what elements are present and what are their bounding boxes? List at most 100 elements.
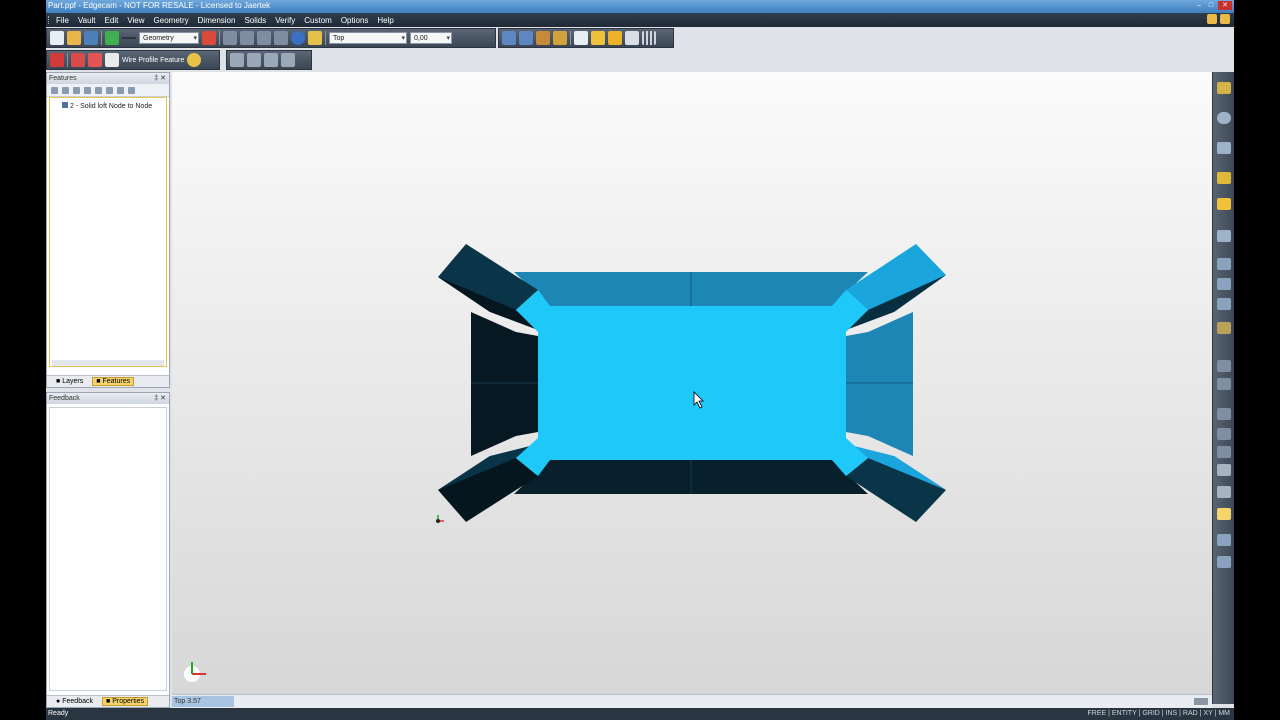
- grid-icon[interactable]: [642, 31, 656, 45]
- edgecam-window: Part.ppf - Edgecam - NOT FOR RESALE - Li…: [46, 0, 1234, 720]
- geometry-combo[interactable]: Geometry: [139, 32, 199, 45]
- menu-vault[interactable]: Vault: [78, 16, 96, 25]
- folder-icon[interactable]: [608, 31, 622, 45]
- menu-verify[interactable]: Verify: [275, 16, 295, 25]
- status-text: Ready: [48, 710, 69, 717]
- menu-custom[interactable]: Custom: [304, 16, 332, 25]
- minimize-icon[interactable]: –: [1194, 1, 1204, 10]
- tool-icon[interactable]: [73, 86, 80, 94]
- 2d-icon[interactable]: [1217, 408, 1231, 420]
- eraser-white-icon[interactable]: [105, 53, 119, 67]
- scissors-icon[interactable]: [274, 31, 288, 45]
- solid-shell-icon[interactable]: [281, 53, 295, 67]
- tool-pen-icon[interactable]: [1217, 486, 1231, 498]
- status-modes[interactable]: FREE | ENTITY | GRID | INS | RAD | XY | …: [1087, 708, 1230, 720]
- value-combo[interactable]: 0,00: [410, 32, 452, 45]
- eraser-red-icon[interactable]: [71, 53, 85, 67]
- xyz-icon[interactable]: [1217, 360, 1231, 372]
- menu-help[interactable]: Help: [377, 16, 393, 25]
- face-right-strip: [846, 312, 913, 456]
- edit-icon[interactable]: [1207, 14, 1217, 24]
- rectangle-icon[interactable]: [1217, 142, 1231, 154]
- zoom-window-icon[interactable]: [519, 31, 533, 45]
- menu-edit[interactable]: Edit: [105, 16, 119, 25]
- zoom-icon[interactable]: [502, 31, 516, 45]
- transform-icon[interactable]: [1217, 230, 1231, 242]
- menu-file[interactable]: File: [56, 16, 69, 25]
- tool-icon[interactable]: [106, 86, 113, 94]
- panel-pin-close-icon[interactable]: ‡ ✕: [154, 393, 166, 404]
- window-title: Part.ppf - Edgecam - NOT FOR RESALE - Li…: [48, 1, 271, 10]
- pan-icon[interactable]: [553, 31, 567, 45]
- measure-icon[interactable]: [1217, 556, 1231, 568]
- circle-icon[interactable]: [1217, 112, 1231, 124]
- cross-icon[interactable]: [1217, 298, 1231, 310]
- main-toolbar: Geometry Top 0,00: [46, 28, 496, 48]
- tool-icon[interactable]: [84, 86, 91, 94]
- solid-extrude-icon[interactable]: [230, 53, 244, 67]
- undo-icon[interactable]: [223, 31, 237, 45]
- line-color-icon[interactable]: [105, 31, 119, 45]
- maximize-icon[interactable]: □: [1206, 1, 1216, 10]
- tree-item-solid-loft[interactable]: 2 - Solid loft Node to Node: [62, 102, 152, 110]
- menu-geometry[interactable]: Geometry: [154, 16, 189, 25]
- line-tool-icon[interactable]: [1217, 534, 1231, 546]
- fillet-icon[interactable]: [1217, 278, 1231, 290]
- eraser-icon[interactable]: [202, 31, 216, 45]
- refresh-icon[interactable]: [187, 53, 202, 67]
- view-label: Top 3.57: [172, 696, 234, 707]
- arc-icon[interactable]: [1217, 258, 1231, 270]
- solid-loft-icon[interactable]: [264, 53, 278, 67]
- view-cube-icon[interactable]: [574, 31, 588, 45]
- rotate-icon[interactable]: [536, 31, 550, 45]
- feedback-text-area[interactable]: [49, 407, 167, 691]
- tool-icon[interactable]: [95, 86, 102, 94]
- layout-toggle-icon[interactable]: [1194, 698, 1208, 705]
- axis-icon[interactable]: [1217, 428, 1231, 440]
- tab-features[interactable]: ■ Features: [92, 377, 135, 386]
- eraser-pink-icon[interactable]: [88, 53, 102, 67]
- xyz-input-icon[interactable]: [1217, 378, 1231, 390]
- menu-solids[interactable]: Solids: [244, 16, 266, 25]
- brush-icon[interactable]: [1217, 322, 1231, 334]
- point-icon[interactable]: [1217, 172, 1231, 184]
- display-icon[interactable]: [625, 31, 639, 45]
- tool-icon[interactable]: [62, 86, 69, 94]
- redo-icon[interactable]: [240, 31, 254, 45]
- save-icon[interactable]: [84, 31, 98, 45]
- shade-icon[interactable]: [591, 31, 605, 45]
- menu-options[interactable]: Options: [341, 16, 369, 25]
- wire-profile-feature-label[interactable]: Wire Profile Feature: [122, 57, 184, 64]
- delete-icon[interactable]: [257, 31, 271, 45]
- tool-icon[interactable]: [51, 86, 58, 94]
- menu-right-icons: [1207, 14, 1230, 24]
- feature-icon[interactable]: [50, 53, 64, 67]
- view-combo[interactable]: Top: [329, 32, 407, 45]
- 2d-plane-icon[interactable]: [1217, 446, 1231, 458]
- tab-feedback[interactable]: ● Feedback: [53, 698, 96, 705]
- open-folder-icon[interactable]: [67, 31, 81, 45]
- solid-revolve-icon[interactable]: [247, 53, 261, 67]
- solids-toolbar: [226, 50, 312, 70]
- edit-feature-icon[interactable]: [1217, 508, 1231, 520]
- whats-this-icon[interactable]: [308, 31, 322, 45]
- tool-icon[interactable]: [117, 86, 124, 94]
- solid-model: [184, 244, 946, 682]
- menu-view[interactable]: View: [127, 16, 144, 25]
- horizontal-scrollbar[interactable]: [52, 360, 164, 366]
- new-file-icon[interactable]: [50, 31, 64, 45]
- tool-icon[interactable]: [128, 86, 135, 94]
- help-icon[interactable]: [1220, 14, 1230, 24]
- snap-icon[interactable]: [1217, 82, 1231, 94]
- hand-icon[interactable]: [1217, 198, 1231, 210]
- tab-properties[interactable]: ■ Properties: [101, 697, 149, 706]
- panel-pin-close-icon[interactable]: ‡ ✕: [154, 73, 166, 84]
- close-icon[interactable]: ✕: [1218, 1, 1232, 10]
- line-style-icon[interactable]: [122, 31, 136, 45]
- tab-layers[interactable]: ■ Layers: [53, 378, 86, 385]
- graphics-viewport[interactable]: [172, 72, 1212, 694]
- menu-dimension[interactable]: Dimension: [198, 16, 236, 25]
- magnet-icon[interactable]: [1217, 464, 1231, 476]
- info-icon[interactable]: [291, 31, 305, 45]
- tab-features-label: Features: [102, 378, 131, 385]
